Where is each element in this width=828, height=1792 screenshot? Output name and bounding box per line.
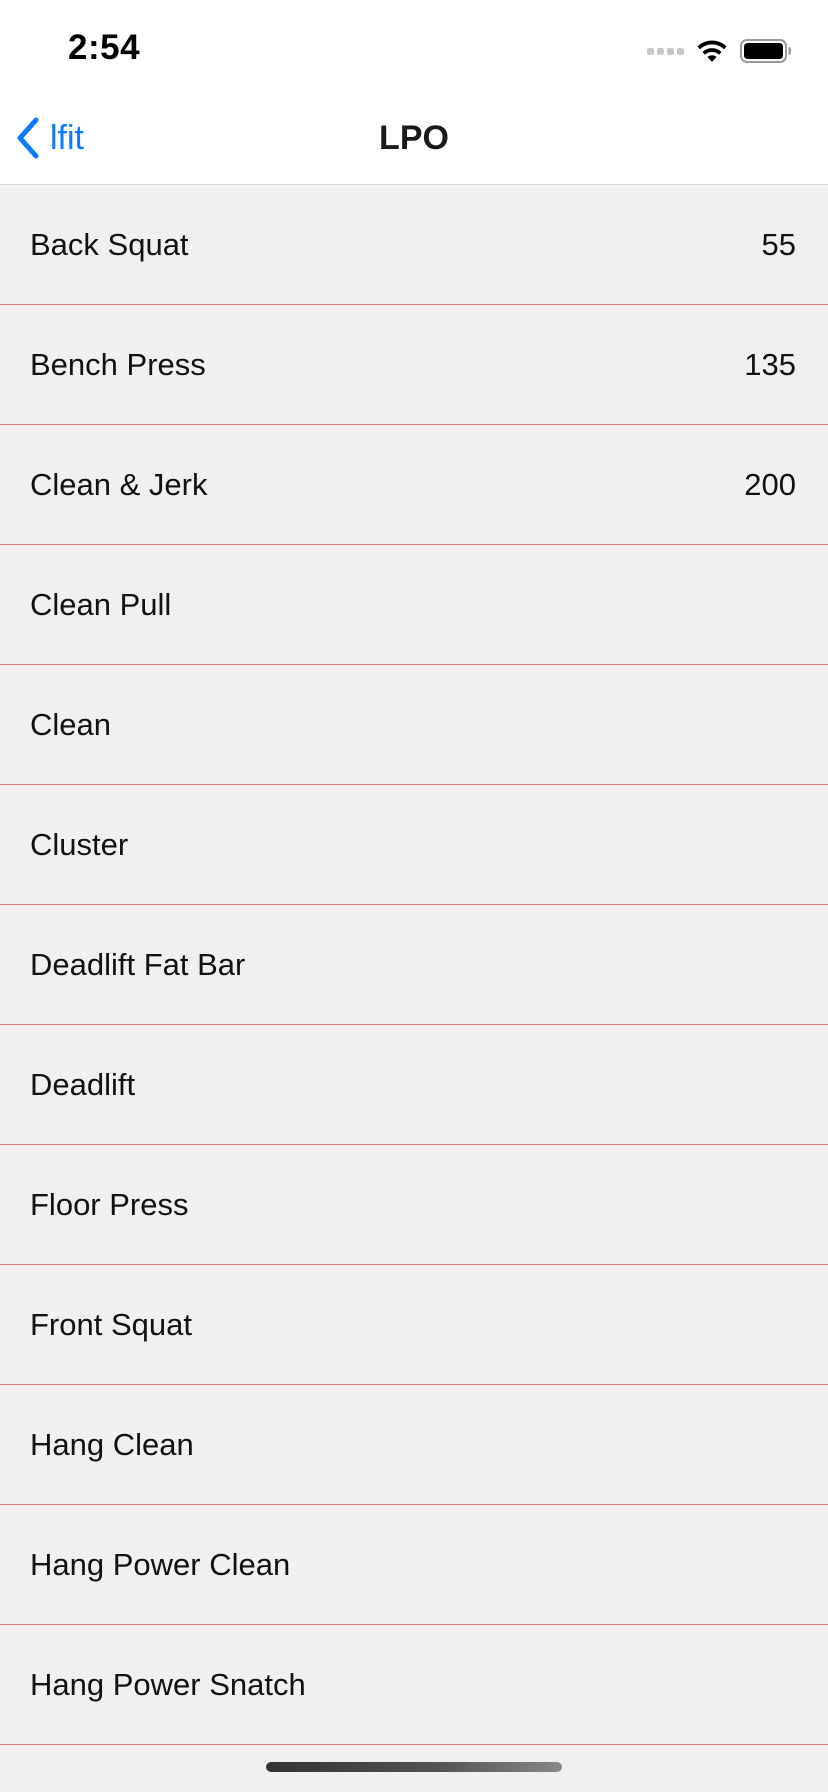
signal-icon [647,47,684,55]
lift-name: Bench Press [30,347,206,382]
home-indicator[interactable] [266,1762,562,1772]
wifi-icon [697,40,727,62]
list-item[interactable]: Clean [0,665,828,785]
lift-name: Clean Pull [30,587,172,622]
lift-value: 55 [761,227,796,262]
lift-value: 200 [744,467,796,502]
list-item[interactable]: Hang Power Clean [0,1505,828,1625]
lift-name: Clean & Jerk [30,467,208,502]
lift-name: Hang Power Snatch [30,1667,306,1702]
lift-name: Floor Press [30,1187,189,1222]
battery-icon [740,39,791,63]
page-title: LPO [379,119,449,157]
list-item[interactable]: Back Squat 55 [0,185,828,305]
lift-name: Clean [30,707,111,742]
lift-name: Deadlift Fat Bar [30,947,246,982]
lift-name: Deadlift [30,1067,136,1102]
navigation-bar: LPO lfit [0,92,828,185]
list-item[interactable]: Clean Pull [0,545,828,665]
lift-list: Back Squat 55 Bench Press 135 Clean & Je… [0,185,828,1745]
list-item[interactable]: Hang Power Snatch [0,1625,828,1745]
back-button-label: lfit [50,118,84,157]
back-button[interactable]: lfit [14,92,84,184]
list-item[interactable]: Cluster [0,785,828,905]
status-icons [647,36,792,66]
lift-name: Hang Clean [30,1427,194,1462]
lift-name: Cluster [30,827,129,862]
lift-name: Front Squat [30,1307,192,1342]
lift-value: 135 [744,347,796,382]
list-item[interactable]: Deadlift Fat Bar [0,905,828,1025]
list-item[interactable]: Front Squat [0,1265,828,1385]
list-item[interactable]: Hang Clean [0,1385,828,1505]
list-item[interactable]: Clean & Jerk 200 [0,425,828,545]
list-item[interactable]: Floor Press [0,1145,828,1265]
list-item[interactable]: Deadlift [0,1025,828,1145]
chevron-left-icon [17,117,39,159]
list-item[interactable]: Bench Press 135 [0,305,828,425]
lift-name: Back Squat [30,227,189,262]
status-bar: 2:54 [0,0,828,92]
lift-name: Hang Power Clean [30,1547,291,1582]
status-time: 2:54 [68,28,141,67]
